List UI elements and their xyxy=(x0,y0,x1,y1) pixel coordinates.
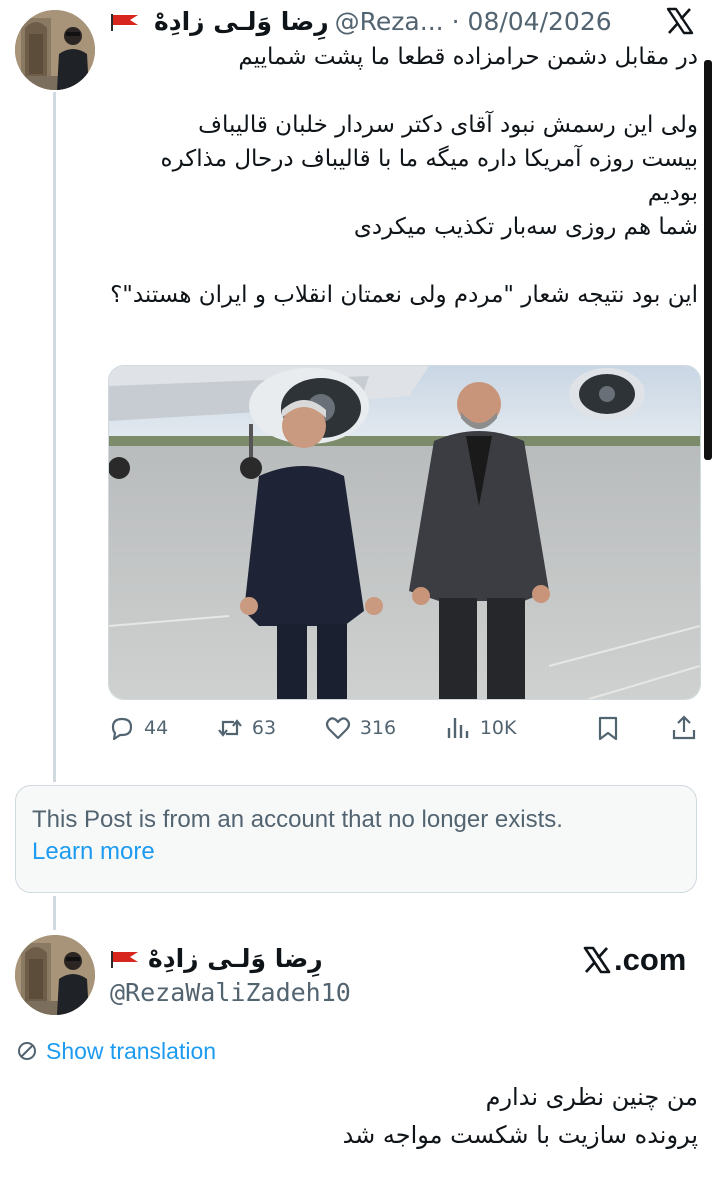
views-icon xyxy=(447,718,469,738)
deleted-account-notice: This Post is from an account that no lon… xyxy=(15,785,697,893)
show-translation-label[interactable]: Show translation xyxy=(46,1035,216,1067)
post-photo[interactable] xyxy=(108,365,701,700)
reply-author-name-line[interactable]: رِضا وَلـی زادِهْ xyxy=(110,942,410,976)
like-button[interactable]: 316 xyxy=(324,714,396,742)
post-author-line[interactable]: رِضا وَلـی زادِهْ @Reza... · 08/04/2026 xyxy=(110,4,670,40)
avatar[interactable] xyxy=(15,10,95,90)
post-handle[interactable]: @Reza... xyxy=(335,4,444,40)
repost-icon xyxy=(218,719,242,737)
post-actions: 44 63 316 10K xyxy=(108,708,698,748)
translate-icon xyxy=(18,1042,36,1060)
thread-line-bottom xyxy=(53,896,56,930)
thread-line-top xyxy=(53,92,56,782)
post-text: در مقابل دشمن حرامزاده قطعا ما پشت شمایی… xyxy=(110,44,698,308)
red-flag-icon xyxy=(111,951,138,968)
reply-icon xyxy=(111,717,133,741)
site-domain: .com xyxy=(614,942,687,977)
reply-text: من چنین نظری ندارم پرونده سازیت با شکست … xyxy=(342,1083,698,1149)
notice-message: This Post is from an account that no lon… xyxy=(32,806,563,833)
red-flag-icon xyxy=(111,14,138,31)
repost-button[interactable]: 63 xyxy=(216,714,276,742)
x-com-brand: .com xyxy=(582,940,686,980)
x-logo-icon xyxy=(666,7,694,35)
heart-icon xyxy=(325,717,350,740)
share-button[interactable] xyxy=(670,714,698,742)
post-display-name[interactable]: رِضا وَلـی زادِهْ xyxy=(154,4,329,40)
share-icon xyxy=(672,715,696,740)
scrollbar-thumb[interactable] xyxy=(704,60,712,460)
show-translation-button[interactable]: Show translation xyxy=(16,1035,216,1067)
reply-count: 44 xyxy=(144,717,169,739)
post-date[interactable]: 08/04/2026 xyxy=(468,4,612,40)
x-logo-icon xyxy=(583,946,611,974)
repost-count: 63 xyxy=(251,717,277,739)
views-button[interactable]: 10K xyxy=(444,714,517,742)
bookmark-icon xyxy=(599,716,618,741)
reply-button[interactable]: 44 xyxy=(108,714,168,742)
bookmark-button[interactable] xyxy=(594,714,622,742)
view-count: 10K xyxy=(479,717,517,739)
like-count: 316 xyxy=(359,717,397,739)
reply-display-name[interactable]: رِضا وَلـی زادِهْ xyxy=(148,942,323,976)
learn-more-link[interactable]: Learn more xyxy=(32,836,680,868)
date-separator: · xyxy=(451,7,460,36)
reply-handle[interactable]: @RezaWaliZadeh10 xyxy=(110,976,351,1010)
reply-avatar[interactable] xyxy=(15,935,95,1015)
